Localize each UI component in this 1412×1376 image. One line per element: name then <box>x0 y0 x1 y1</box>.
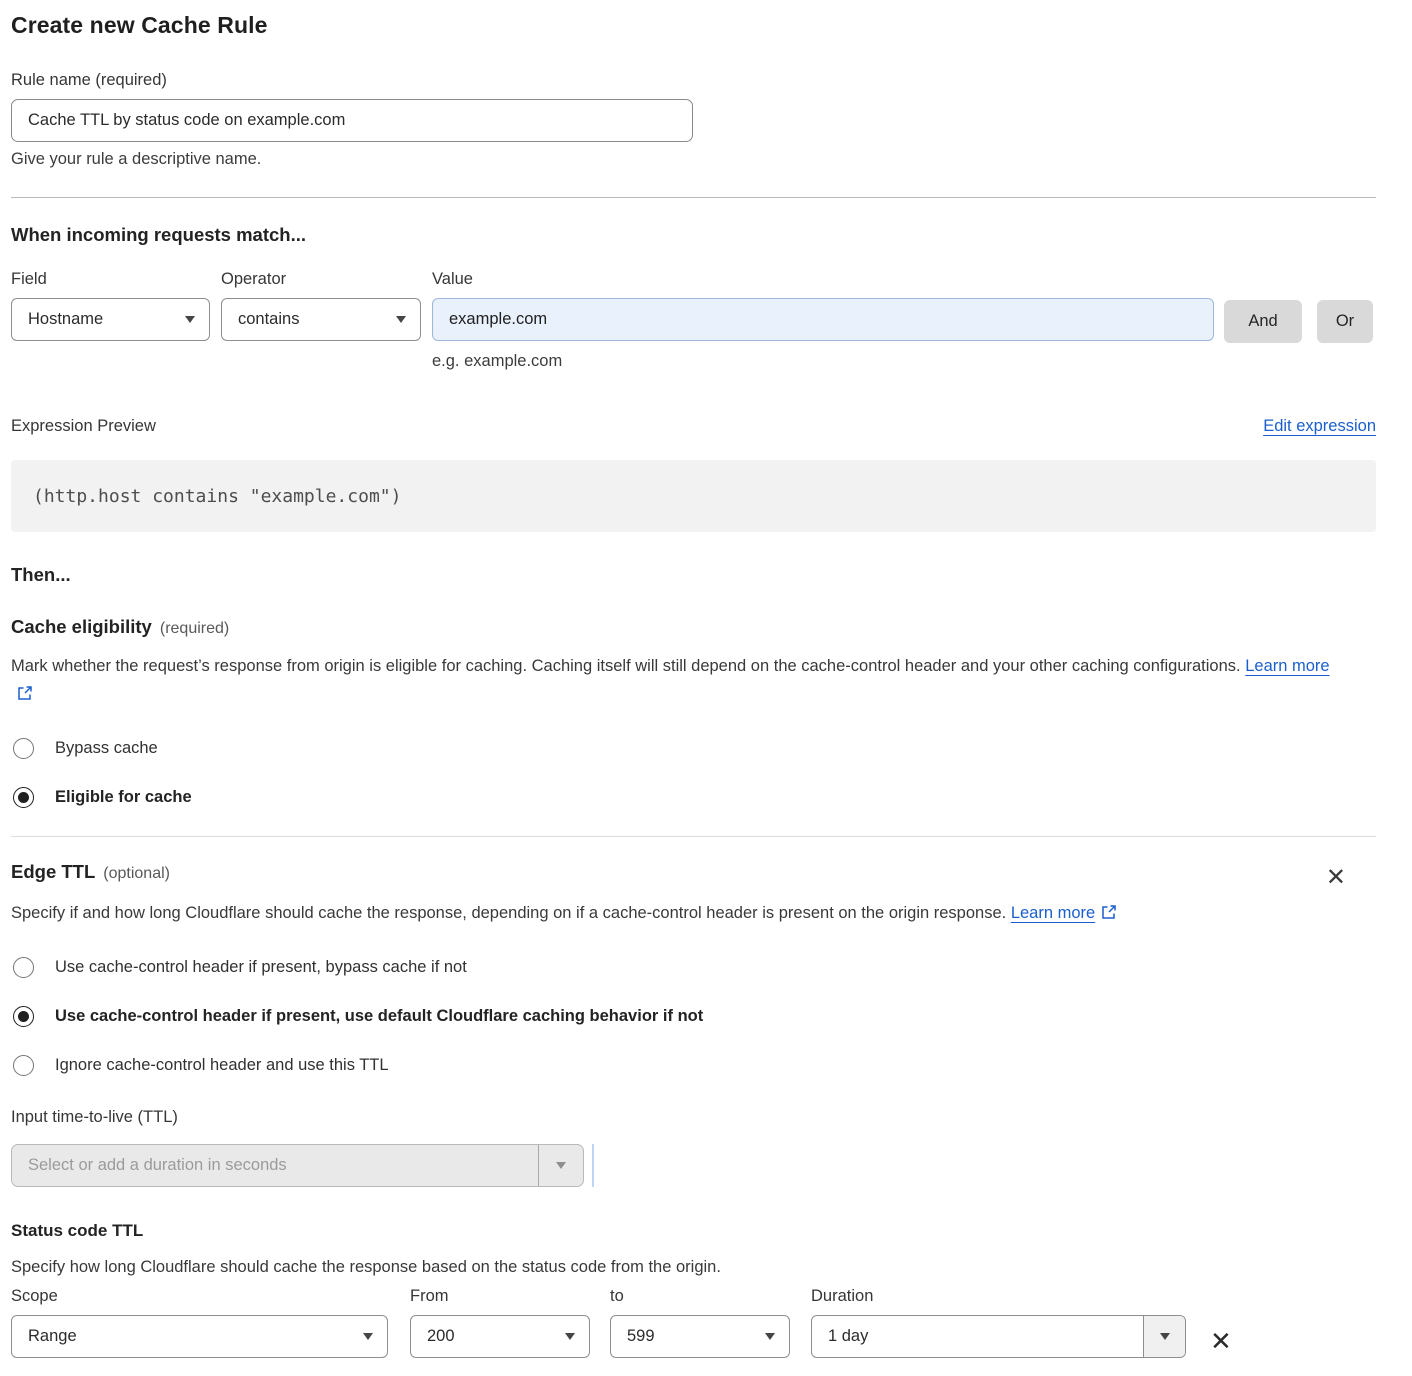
required-tag: (required) <box>160 620 229 637</box>
from-label: From <box>410 1287 590 1306</box>
operator-label: Operator <box>221 270 421 289</box>
cache-eligibility-description: Mark whether the request’s response from… <box>11 652 1351 710</box>
edit-expression-link[interactable]: Edit expression <box>1263 417 1376 436</box>
rule-name-helper: Give your rule a descriptive name. <box>11 150 1376 169</box>
status-code-ttl-description: Specify how long Cloudflare should cache… <box>11 1253 1351 1281</box>
cache-eligibility-description-text: Mark whether the request’s response from… <box>11 657 1241 675</box>
then-heading: Then... <box>11 564 1376 586</box>
external-link-icon <box>17 682 33 710</box>
text-cursor <box>592 1144 594 1187</box>
edge-ttl-heading: Edge TTL <box>11 861 95 882</box>
learn-more-link[interactable]: Learn more <box>1245 657 1329 675</box>
scope-select[interactable]: Range <box>11 1315 388 1358</box>
close-icon[interactable]: ✕ <box>1326 865 1346 889</box>
match-heading: When incoming requests match... <box>11 224 1376 246</box>
radio-label: Use cache-control header if present, use… <box>55 1007 703 1026</box>
chevron-down-icon <box>363 1333 373 1340</box>
scope-label: Scope <box>11 1287 388 1306</box>
chevron-down-icon <box>538 1145 583 1186</box>
to-select-value: 599 <box>627 1327 655 1346</box>
duration-label: Duration <box>811 1287 1186 1306</box>
and-button[interactable]: And <box>1224 300 1302 343</box>
radio-label: Ignore cache-control header and use this… <box>55 1056 389 1075</box>
expression-code-block: (http.host contains "example.com") <box>11 460 1376 532</box>
radio-icon <box>13 1055 34 1076</box>
chevron-down-icon <box>396 316 406 323</box>
scope-select-value: Range <box>28 1327 77 1346</box>
radio-eligible-for-cache[interactable]: Eligible for cache <box>11 787 1376 808</box>
from-select-value: 200 <box>427 1327 455 1346</box>
match-value-input[interactable] <box>432 298 1214 341</box>
expression-code: (http.host contains "example.com") <box>33 486 401 507</box>
ttl-duration-select[interactable]: Select or add a duration in seconds <box>11 1144 584 1187</box>
operator-select[interactable]: contains <box>221 298 421 341</box>
radio-icon <box>13 787 34 808</box>
rule-name-input[interactable] <box>11 99 693 142</box>
ttl-duration-placeholder: Select or add a duration in seconds <box>12 1145 538 1186</box>
radio-ignore-header[interactable]: Ignore cache-control header and use this… <box>11 1055 1376 1076</box>
radio-icon <box>13 957 34 978</box>
duration-select[interactable]: 1 day <box>811 1315 1186 1358</box>
edge-ttl-description-text: Specify if and how long Cloudflare shoul… <box>11 904 1006 922</box>
chevron-down-icon <box>1143 1316 1185 1357</box>
radio-label: Use cache-control header if present, byp… <box>55 958 467 977</box>
radio-icon <box>13 1006 34 1027</box>
edge-ttl-description: Specify if and how long Cloudflare shoul… <box>11 899 1351 929</box>
status-code-ttl-heading: Status code TTL <box>11 1221 1376 1241</box>
optional-tag: (optional) <box>103 865 170 882</box>
chevron-down-icon <box>185 316 195 323</box>
section-divider <box>11 197 1376 198</box>
section-divider <box>11 836 1376 837</box>
external-link-icon <box>1101 901 1117 929</box>
operator-select-value: contains <box>238 310 299 329</box>
learn-more-link[interactable]: Learn more <box>1011 904 1095 922</box>
radio-bypass-cache[interactable]: Bypass cache <box>11 738 1376 759</box>
radio-label: Eligible for cache <box>55 788 192 807</box>
radio-use-header-default[interactable]: Use cache-control header if present, use… <box>11 1006 1376 1027</box>
remove-row-icon[interactable]: ✕ <box>1210 1329 1232 1355</box>
to-label: to <box>610 1287 790 1306</box>
radio-use-header-bypass[interactable]: Use cache-control header if present, byp… <box>11 957 1376 978</box>
page-title: Create new Cache Rule <box>11 12 1376 39</box>
radio-icon <box>13 738 34 759</box>
value-helper: e.g. example.com <box>432 352 1214 371</box>
from-select[interactable]: 200 <box>410 1315 590 1358</box>
field-select[interactable]: Hostname <box>11 298 210 341</box>
duration-select-value: 1 day <box>812 1316 1143 1357</box>
cache-eligibility-heading: Cache eligibility <box>11 616 152 637</box>
or-button[interactable]: Or <box>1317 300 1373 343</box>
chevron-down-icon <box>765 1333 775 1340</box>
value-label: Value <box>432 270 1214 289</box>
radio-label: Bypass cache <box>55 739 158 758</box>
create-cache-rule-form: Create new Cache Rule Rule name (require… <box>11 0 1376 1358</box>
field-label: Field <box>11 270 210 289</box>
rule-name-label: Rule name (required) <box>11 71 1376 90</box>
chevron-down-icon <box>565 1333 575 1340</box>
to-select[interactable]: 599 <box>610 1315 790 1358</box>
expression-preview-label: Expression Preview <box>11 417 156 436</box>
ttl-input-label: Input time-to-live (TTL) <box>11 1108 1376 1127</box>
field-select-value: Hostname <box>28 310 103 329</box>
